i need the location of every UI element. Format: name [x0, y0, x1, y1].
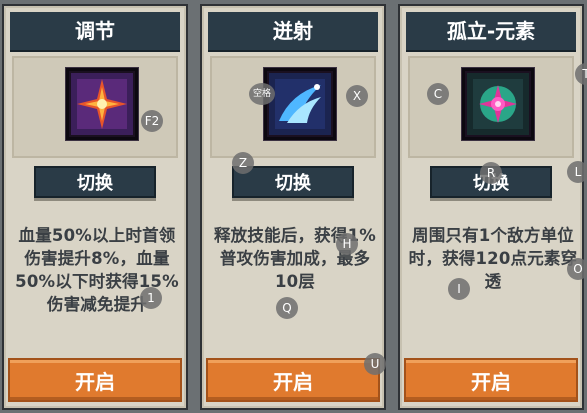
icon-frame	[12, 56, 178, 158]
magenta-orb-icon[interactable]	[462, 68, 534, 140]
key-hint-z: Z	[232, 152, 254, 174]
skill-card-tiaojie: 调节 切换 血量50%以上时首领伤害提升8%，血量50%以下时获得15%伤害减免…	[2, 4, 188, 410]
key-hint-1: 1	[140, 287, 162, 309]
icon-frame	[210, 56, 376, 158]
key-hint-u: U	[364, 353, 386, 375]
icon-frame	[408, 56, 574, 158]
key-hint-f2: F2	[141, 110, 163, 132]
blue-wave-icon[interactable]	[264, 68, 336, 140]
skill-card-guli-yuansu: 孤立-元素 切换 周围只有1个敌方单位时，获得120点元素穿透 开启	[398, 4, 584, 410]
open-button[interactable]: 开启	[404, 358, 578, 402]
open-button[interactable]: 开启	[8, 358, 182, 402]
red-star-burst-icon[interactable]	[66, 68, 138, 140]
key-hint-r: R	[480, 162, 502, 184]
skill-card-bengshe: 迸射 切换 释放技能后，获得1%普攻伤害加成，最多10层 开启	[200, 4, 386, 410]
key-hint-i: I	[448, 278, 470, 300]
key-hint-q: Q	[276, 297, 298, 319]
key-hint-x: X	[346, 85, 368, 107]
key-hint-space: 空格	[249, 83, 275, 105]
switch-button[interactable]: 切换	[34, 166, 156, 198]
key-hint-o: O	[567, 258, 587, 280]
skill-description: 周围只有1个敌方单位时，获得120点元素穿透	[408, 226, 578, 291]
card-title: 迸射	[208, 12, 378, 52]
card-title: 调节	[10, 12, 180, 52]
key-hint-l: L	[567, 161, 587, 183]
open-button[interactable]: 开启	[206, 358, 380, 402]
skill-description: 释放技能后，获得1%普攻伤害加成，最多10层	[213, 226, 376, 291]
card-title: 孤立-元素	[406, 12, 576, 52]
key-hint-c: C	[427, 83, 449, 105]
key-hint-h: H	[336, 233, 358, 255]
